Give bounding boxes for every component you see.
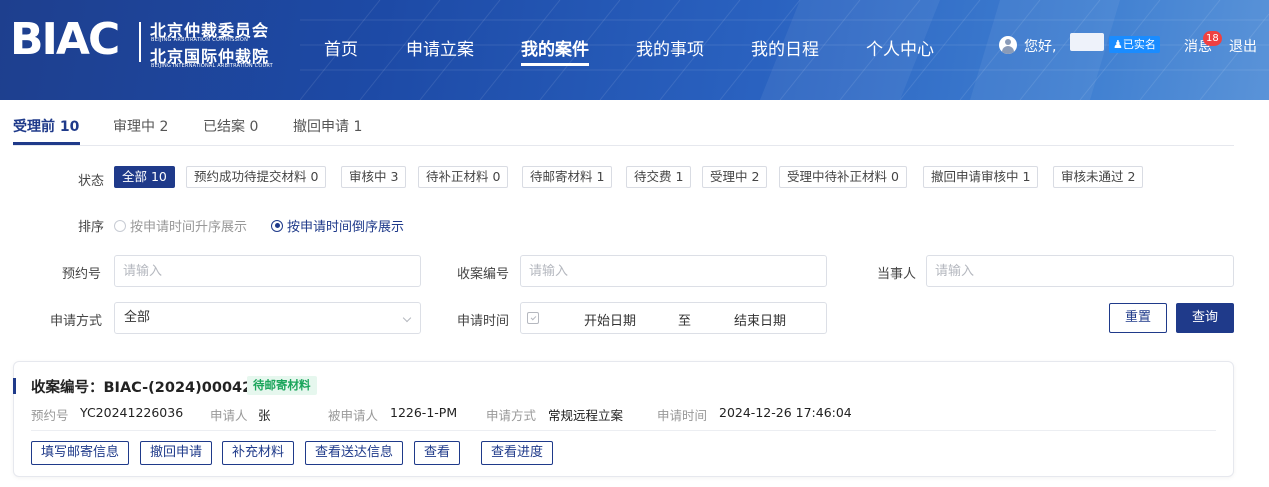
apply-method-value: 全部	[124, 310, 151, 325]
case-no-input[interactable]	[520, 255, 827, 287]
status-label: 状态	[78, 174, 105, 189]
nav-apply-case[interactable]: 申请立案	[406, 35, 474, 60]
tab-withdrawn[interactable]: 撤回申请 1	[293, 116, 362, 136]
case-card-accent-bar	[13, 378, 16, 394]
sort-label: 排序	[78, 220, 105, 235]
calendar-icon	[527, 312, 539, 324]
active-tab-underline	[13, 142, 80, 145]
appointment-no-key: 预约号	[31, 408, 69, 423]
user-name-redacted	[1070, 33, 1104, 51]
apply-method-value-text: 常规远程立案	[548, 408, 624, 423]
greeting-text: 您好,	[1024, 39, 1057, 55]
person-icon: ♟	[1113, 38, 1123, 51]
appointment-no-input[interactable]	[114, 255, 421, 287]
tab-before-acceptance[interactable]: 受理前 10	[13, 116, 79, 136]
top-header: BIAC 北京仲裁委员会 BEIJING ARBITRATION COMMISS…	[0, 0, 1269, 100]
withdraw-application-button[interactable]: 撤回申请	[140, 441, 213, 465]
apply-time-value: 2024-12-26 17:46:04	[719, 405, 852, 420]
supplement-materials-button[interactable]: 补充材料	[222, 441, 295, 465]
user-avatar-icon[interactable]	[999, 36, 1017, 54]
tab-in-trial[interactable]: 审理中 2	[113, 116, 168, 136]
reset-button[interactable]: 重置	[1109, 303, 1167, 333]
end-date-input[interactable]: 结束日期	[734, 310, 786, 329]
applicant-key: 申请人	[210, 408, 248, 423]
sort-desc-label: 按申请时间倒序展示	[287, 220, 405, 235]
party-input[interactable]	[926, 255, 1234, 287]
nav-home[interactable]: 首页	[324, 35, 358, 60]
case-card-divider	[31, 430, 1216, 431]
party-label: 当事人	[877, 267, 917, 282]
org-name-en-2: BEIJING INTERNATIONAL ARBITRATION COURT	[151, 63, 273, 69]
status-chip-reviewing[interactable]: 审核中 3	[341, 166, 407, 188]
status-chip-pending-correction[interactable]: 待补正材料 0	[418, 166, 509, 188]
tab-closed[interactable]: 已结案 0	[203, 116, 258, 136]
tabs-divider	[13, 145, 1234, 146]
status-chip-accepting[interactable]: 受理中 2	[702, 166, 768, 188]
applicant-value: 张	[258, 408, 271, 423]
apply-method-label: 申请方式	[50, 314, 103, 329]
view-button[interactable]: 查看	[414, 441, 461, 465]
respondent-key: 被申请人	[328, 408, 379, 423]
biac-logo[interactable]: BIAC	[10, 18, 120, 62]
nav-my-schedule[interactable]: 我的日程	[751, 35, 819, 60]
nav-my-cases[interactable]: 我的案件	[521, 35, 589, 66]
sort-asc-radio[interactable]: 按申请时间升序展示	[114, 216, 247, 235]
case-no-label: 收案编号	[457, 267, 510, 282]
messages-count-badge: 18	[1203, 31, 1222, 46]
status-chip-pending-submit[interactable]: 预约成功待提交材料 0	[186, 166, 327, 188]
view-delivery-info-button[interactable]: 查看送达信息	[305, 441, 404, 465]
logout-link[interactable]: 退出	[1229, 36, 1257, 56]
respondent-value: 1226-1-PM	[390, 405, 458, 420]
status-chip-pending-payment[interactable]: 待交费 1	[626, 166, 692, 188]
apply-time-range[interactable]: 开始日期 至 结束日期	[520, 302, 827, 334]
fill-mailing-info-button[interactable]: 填写邮寄信息	[31, 441, 130, 465]
status-chip-accepting-correction[interactable]: 受理中待补正材料 0	[779, 166, 907, 188]
query-button[interactable]: 查询	[1176, 303, 1234, 333]
radio-circle-icon	[114, 219, 126, 232]
status-chip-withdraw-review[interactable]: 撤回申请审核中 1	[923, 166, 1039, 188]
apply-time-key: 申请时间	[657, 408, 708, 423]
apply-method-select[interactable]: 全部	[114, 302, 421, 334]
case-number-title: 收案编号：BIAC-(2024)000426	[31, 380, 263, 396]
date-range-separator: 至	[678, 314, 692, 329]
radio-checked-icon	[271, 219, 283, 232]
appointment-no-label: 预约号	[62, 267, 102, 282]
verified-badge: ♟已实名	[1109, 36, 1160, 53]
status-chip-all[interactable]: 全部 10	[114, 166, 175, 188]
start-date-input[interactable]: 开始日期	[584, 310, 636, 329]
status-chip-pending-mail[interactable]: 待邮寄材料 1	[522, 166, 613, 188]
appointment-no-value: YC20241226036	[80, 405, 184, 420]
status-chip-rejected[interactable]: 审核未通过 2	[1053, 166, 1144, 188]
case-status-tag: 待邮寄材料	[247, 376, 317, 395]
sort-desc-radio[interactable]: 按申请时间倒序展示	[271, 216, 404, 235]
apply-time-label: 申请时间	[457, 314, 510, 329]
view-progress-button[interactable]: 查看进度	[481, 441, 554, 465]
nav-personal-center[interactable]: 个人中心	[866, 35, 934, 60]
nav-my-items[interactable]: 我的事项	[636, 35, 704, 60]
logo-divider	[139, 22, 141, 62]
sort-asc-label: 按申请时间升序展示	[130, 220, 248, 235]
apply-method-key: 申请方式	[486, 408, 537, 423]
chevron-down-icon	[402, 313, 412, 323]
